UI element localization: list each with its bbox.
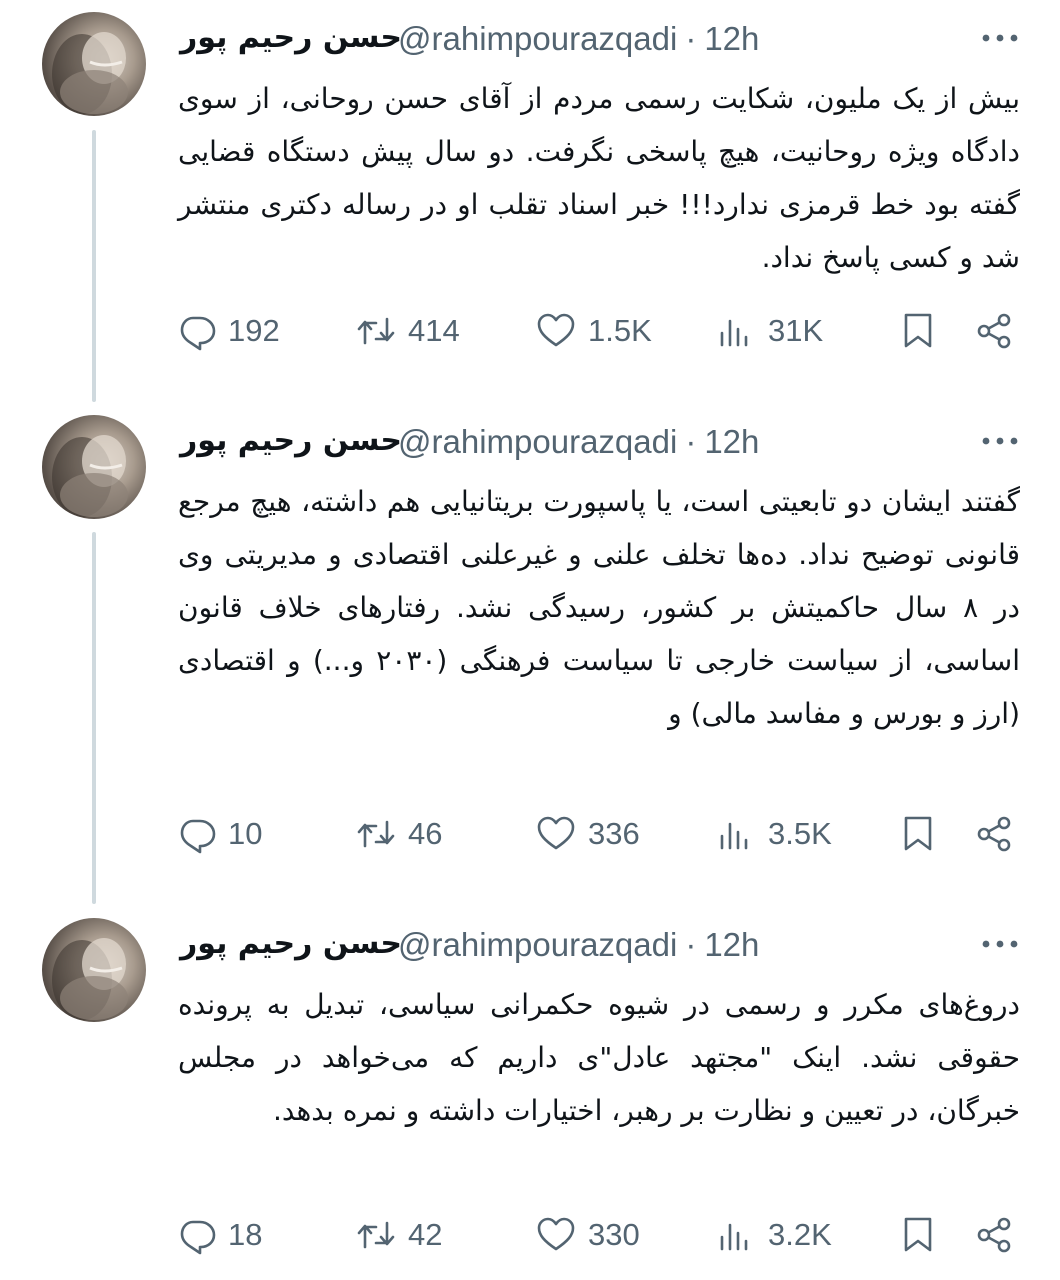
reply-icon	[180, 316, 216, 351]
tweet-time[interactable]: 12h	[704, 926, 759, 963]
bookmark-button[interactable]	[898, 809, 938, 859]
avatar[interactable]	[42, 918, 146, 1022]
like-button[interactable]: 1.5K	[536, 306, 652, 356]
heart-icon	[537, 816, 575, 850]
repost-count: 414	[408, 313, 460, 348]
author-handle[interactable]: @rahimpourazqadi	[398, 926, 677, 963]
tweet[interactable]: حسن رحیم پور @rahimpourazqadi · 12h گفتند …	[0, 403, 1060, 893]
author-handle[interactable]: @rahimpourazqadi	[398, 20, 677, 57]
repost-count: 42	[408, 1217, 443, 1252]
bookmark-button[interactable]	[898, 1210, 938, 1260]
views-count: 31K	[768, 313, 824, 348]
separator-dot: ·	[685, 926, 697, 963]
tweet-text: دروغ‌های مکرر و رسمی در شیوه حکمرانی سیا…	[178, 988, 1020, 1127]
author-handle[interactable]: @rahimpourazqadi	[398, 423, 677, 460]
more-dots-icon	[982, 940, 1018, 948]
tweet-thread: حسن رحیم پور @rahimpourazqadi · 12h بیش از…	[0, 0, 1060, 1280]
heart-icon	[537, 1217, 575, 1251]
reply-count: 192	[228, 313, 280, 348]
avatar[interactable]	[42, 415, 146, 519]
share-icon	[977, 313, 1011, 349]
repost-button[interactable]: 414	[356, 306, 460, 356]
tweet-header: حسن رحیم پور @rahimpourazqadi · 12h	[180, 415, 1020, 467]
bookmark-icon	[904, 313, 932, 348]
repost-icon	[357, 820, 395, 848]
more-dots-icon	[982, 437, 1018, 445]
tweet[interactable]: حسن رحیم پور @rahimpourazqadi · 12h دروغ‌ه…	[0, 906, 1060, 1280]
heart-icon	[537, 313, 575, 347]
repost-button[interactable]: 46	[356, 809, 442, 859]
share-icon	[977, 1217, 1011, 1253]
reply-button[interactable]: 18	[176, 1210, 262, 1260]
tweet-time[interactable]: 12h	[704, 20, 759, 57]
like-count: 1.5K	[588, 313, 652, 348]
views-chart-icon	[720, 822, 748, 850]
views-count: 3.2K	[768, 1217, 832, 1252]
handle-and-time: @rahimpourazqadi · 12h	[398, 20, 759, 58]
reply-button[interactable]: 192	[176, 306, 280, 356]
bookmark-icon	[904, 816, 932, 851]
reply-icon	[180, 819, 216, 854]
reply-icon	[180, 1220, 216, 1255]
repost-icon	[357, 1221, 395, 1249]
tweet-header: حسن رحیم پور @rahimpourazqadi · 12h	[180, 12, 1020, 64]
views-button[interactable]: 31K	[716, 306, 823, 356]
author-name[interactable]: حسن رحیم پور	[180, 20, 402, 55]
tweet-header: حسن رحیم پور @rahimpourazqadi · 12h	[180, 918, 1020, 970]
more-button[interactable]	[978, 423, 1022, 459]
more-button[interactable]	[978, 20, 1022, 56]
share-icon	[977, 816, 1011, 852]
views-count: 3.5K	[768, 816, 832, 851]
like-button[interactable]: 336	[536, 809, 640, 859]
repost-count: 46	[408, 816, 443, 851]
reply-button[interactable]: 10	[176, 809, 262, 859]
views-chart-icon	[720, 319, 748, 347]
avatar-image	[52, 938, 128, 1020]
more-dots-icon	[982, 34, 1018, 42]
tweet-text: گفتند ایشان دو تابعیتی است، یا پاسپورت ب…	[178, 485, 1020, 730]
tweet-actions: 10 46 336 3.5K	[176, 809, 1026, 859]
repost-button[interactable]: 42	[356, 1210, 442, 1260]
views-button[interactable]: 3.5K	[716, 809, 832, 859]
reply-count: 18	[228, 1217, 263, 1252]
author-name[interactable]: حسن رحیم پور	[180, 423, 402, 458]
tweet-text: بیش از یک ملیون، شکایت رسمی مردم از آقای…	[178, 82, 1020, 274]
bookmark-button[interactable]	[898, 306, 938, 356]
handle-and-time: @rahimpourazqadi · 12h	[398, 926, 759, 964]
separator-dot: ·	[685, 20, 697, 57]
like-count: 336	[588, 816, 640, 851]
tweet-actions: 18 42 330 3.2K	[176, 1210, 1026, 1260]
tweet-time[interactable]: 12h	[704, 423, 759, 460]
bookmark-icon	[904, 1217, 932, 1252]
tweet-actions: 192 414 1.5K 31K	[176, 306, 1026, 356]
more-button[interactable]	[978, 926, 1022, 962]
share-button[interactable]	[974, 809, 1014, 859]
like-count: 330	[588, 1217, 640, 1252]
tweet[interactable]: حسن رحیم پور @rahimpourazqadi · 12h بیش از…	[0, 0, 1060, 390]
separator-dot: ·	[685, 423, 697, 460]
share-button[interactable]	[974, 1210, 1014, 1260]
repost-icon	[357, 317, 395, 345]
reply-count: 10	[228, 816, 263, 851]
avatar[interactable]	[42, 12, 146, 116]
avatar-image	[52, 435, 128, 517]
views-button[interactable]: 3.2K	[716, 1210, 832, 1260]
like-button[interactable]: 330	[536, 1210, 640, 1260]
author-name[interactable]: حسن رحیم پور	[180, 926, 402, 961]
avatar-image	[52, 32, 128, 114]
views-chart-icon	[720, 1223, 748, 1251]
share-button[interactable]	[974, 306, 1014, 356]
handle-and-time: @rahimpourazqadi · 12h	[398, 423, 759, 461]
